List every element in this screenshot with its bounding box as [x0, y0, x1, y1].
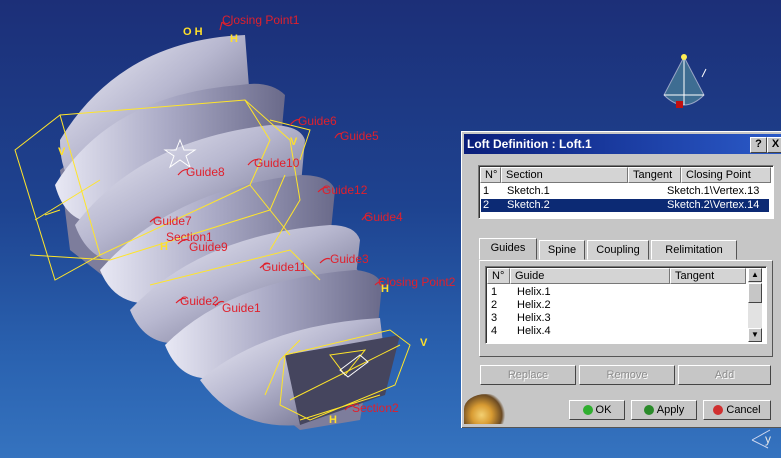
help-button[interactable]: ? [750, 137, 767, 153]
guide10-label: Guide10 [254, 156, 300, 170]
guides-tab-panel: N° Guide Tangent 1 Helix.1 2 Helix.2 3 H… [479, 260, 773, 357]
marker-h-1: H [230, 33, 238, 45]
cancel-button[interactable]: Cancel [703, 400, 771, 420]
axis-y-label: y [765, 432, 771, 446]
apply-icon [643, 405, 654, 416]
guide-row-n: 3 [491, 312, 498, 324]
guide4-label: Guide4 [364, 210, 403, 224]
section-row-2[interactable]: 2 Sketch.2 Sketch.2\Vertex.14 [481, 199, 769, 212]
guide7-label: Guide7 [153, 214, 192, 228]
section-row-n: 1 [483, 185, 490, 197]
ok-icon [582, 405, 593, 416]
section2-label: Section2 [352, 401, 399, 415]
marker-h-3: H [381, 283, 389, 295]
guide-row-4[interactable]: 4 Helix.4 [488, 325, 743, 338]
guide-row-n: 4 [491, 325, 498, 337]
cancel-icon [713, 405, 724, 416]
marker-h-2: H [160, 241, 168, 253]
marker-v-1: V [58, 146, 66, 158]
guide-row-3[interactable]: 3 Helix.3 [488, 312, 743, 325]
sections-col-n[interactable]: N° [480, 167, 501, 183]
ok-label: OK [595, 404, 612, 416]
guide2-label: Guide2 [180, 294, 219, 308]
guide-row-n: 1 [491, 286, 498, 298]
ok-button[interactable]: OK [569, 400, 625, 420]
section-row-1[interactable]: 1 Sketch.1 Sketch.1\Vertex.13 [481, 185, 769, 198]
guides-scrollbar[interactable]: ▲ ▼ [748, 268, 762, 342]
apply-label: Apply [656, 404, 685, 416]
scroll-down-icon[interactable]: ▼ [748, 328, 762, 342]
guide-row-name: Helix.2 [517, 299, 551, 311]
add-button[interactable]: Add [678, 365, 771, 385]
guides-col-guide[interactable]: Guide [510, 268, 670, 284]
guides-table[interactable]: N° Guide Tangent 1 Helix.1 2 Helix.2 3 H… [485, 266, 767, 344]
tab-guides[interactable]: Guides [479, 238, 537, 260]
section-row-name: Sketch.1 [507, 185, 550, 197]
guide5-label: Guide5 [340, 129, 379, 143]
closing-point2-label: Closing Point2 [378, 275, 456, 289]
sections-table[interactable]: N° Section Tangent Closing Point 1 Sketc… [478, 165, 774, 219]
section-row-name: Sketch.2 [507, 199, 550, 211]
apply-button[interactable]: Apply [631, 400, 697, 420]
sections-col-section[interactable]: Section [501, 167, 628, 183]
guide9-label: Guide9 [189, 240, 228, 254]
sections-col-tangent[interactable]: Tangent [628, 167, 681, 183]
guide1-label: Guide1 [222, 301, 261, 315]
closing-point1-label: Closing Point1 [222, 13, 300, 27]
guide11-label: Guide11 [262, 260, 307, 274]
dialog-title: Loft Definition : Loft.1 [467, 137, 592, 151]
tab-coupling[interactable]: Coupling [587, 240, 649, 260]
guide-row-n: 2 [491, 299, 498, 311]
point-marker-oh: O H [183, 26, 203, 38]
replace-button[interactable]: Replace [480, 365, 576, 385]
marker-h-4: H [329, 414, 337, 426]
guide12-label: Guide12 [322, 183, 368, 197]
loft-definition-dialog: Loft Definition : Loft.1 ? X N° Section … [461, 131, 781, 428]
compass-icon [663, 54, 707, 108]
guide-row-name: Helix.3 [517, 312, 551, 324]
guides-col-tangent[interactable]: Tangent [670, 268, 746, 284]
guide8-label: Guide8 [186, 165, 225, 179]
section-row-n: 2 [483, 199, 490, 211]
guide-row-name: Helix.4 [517, 325, 551, 337]
tab-strip: Guides Spine Coupling Relimitation [479, 238, 771, 261]
scroll-up-icon[interactable]: ▲ [748, 268, 762, 282]
scroll-thumb[interactable] [748, 283, 762, 303]
guide-row-name: Helix.1 [517, 286, 551, 298]
tab-spine[interactable]: Spine [539, 240, 585, 260]
close-button[interactable]: X [767, 137, 781, 153]
guide6-label: Guide6 [298, 114, 337, 128]
dialog-title-bar[interactable]: Loft Definition : Loft.1 ? X [464, 134, 781, 154]
globe-logo-icon [464, 394, 508, 424]
tab-relimitation[interactable]: Relimitation [651, 240, 737, 260]
cancel-label: Cancel [726, 404, 761, 416]
section-row-closing: Sketch.2\Vertex.14 [667, 199, 760, 211]
marker-v-2: V [290, 136, 298, 148]
marker-v-3: V [420, 337, 428, 349]
guide3-label: Guide3 [330, 252, 369, 266]
guides-col-n[interactable]: N° [487, 268, 510, 284]
guide-row-2[interactable]: 2 Helix.2 [488, 299, 743, 312]
guide-row-1[interactable]: 1 Helix.1 [488, 286, 743, 299]
remove-button[interactable]: Remove [579, 365, 675, 385]
sections-col-closing-point[interactable]: Closing Point [681, 167, 771, 183]
section-row-closing: Sketch.1\Vertex.13 [667, 185, 760, 197]
